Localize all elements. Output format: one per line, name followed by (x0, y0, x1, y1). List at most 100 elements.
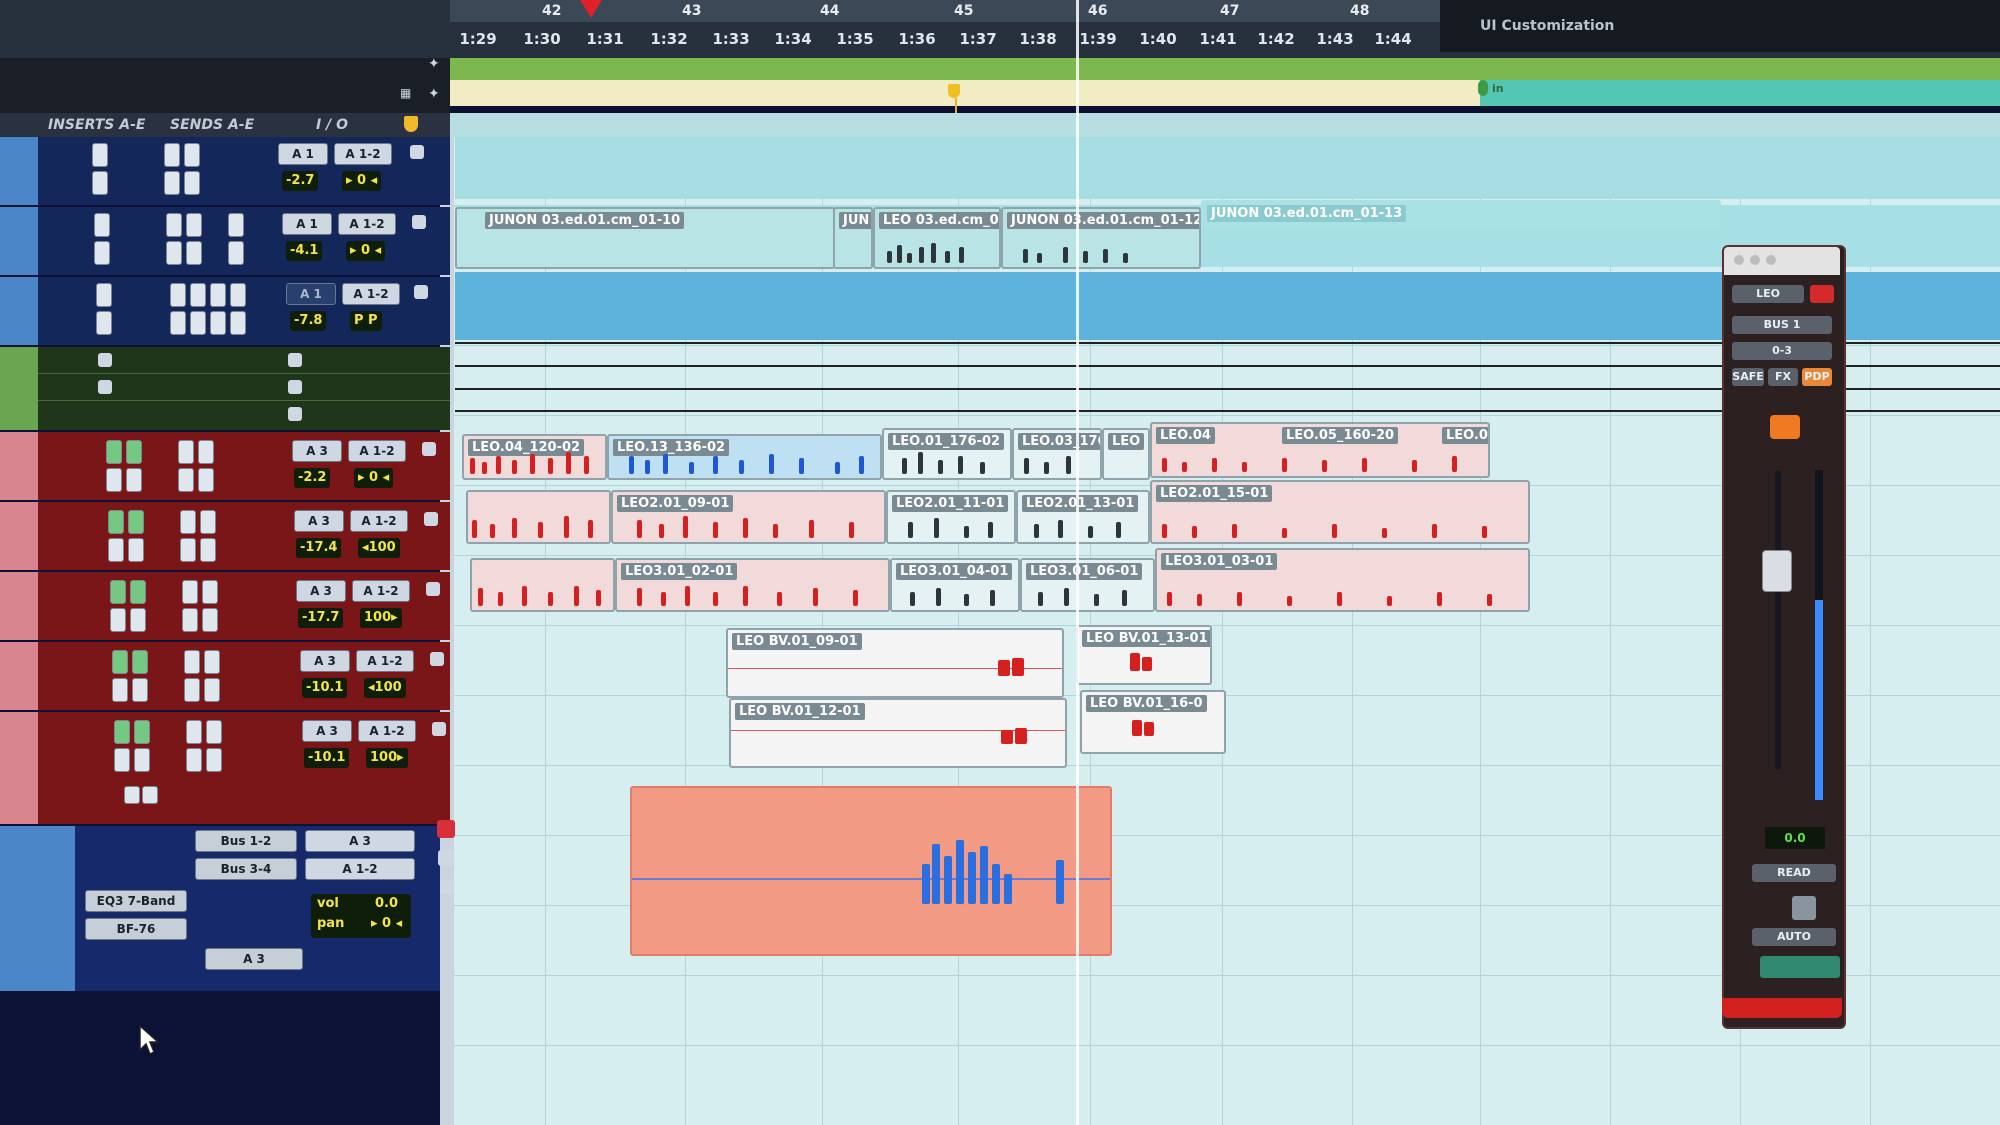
pan-readout[interactable]: ▸ 0 ◂ (346, 241, 386, 261)
insert-slot[interactable] (92, 171, 108, 195)
input-selector[interactable]: A 3 (300, 650, 350, 672)
audio-clip[interactable]: LEO.04_120-02 (462, 434, 607, 480)
insert-slot[interactable] (132, 678, 148, 702)
safe-button[interactable]: SAFE (1732, 368, 1764, 386)
audio-clip[interactable]: LEO2.01_11-01 (886, 490, 1016, 544)
insert-slot[interactable] (134, 748, 150, 772)
pan-knob-icon[interactable] (1792, 896, 1816, 920)
send-slot[interactable] (206, 720, 222, 744)
pan-readout[interactable]: P P (350, 311, 382, 331)
send-slot[interactable] (184, 678, 200, 702)
send-slot[interactable] (230, 311, 246, 335)
output-selector[interactable]: A 1-2 (334, 143, 392, 165)
record-enable-icon[interactable] (437, 820, 455, 838)
send-slot[interactable] (170, 311, 186, 335)
insert-slot[interactable] (128, 510, 144, 534)
output-selector[interactable]: A 1-2 (338, 213, 396, 235)
track-name-button[interactable]: LEO (1732, 285, 1804, 303)
send-slot[interactable] (166, 213, 182, 237)
send-slot[interactable] (178, 440, 194, 464)
send-slot[interactable] (184, 171, 200, 195)
insert-slot[interactable] (124, 786, 140, 804)
send-slot[interactable] (184, 143, 200, 167)
insert-slot[interactable] (108, 538, 124, 562)
send-slot[interactable] (200, 510, 216, 534)
audio-clip[interactable]: LEO BV.01_09-01 (726, 628, 1064, 698)
send-slot[interactable] (198, 440, 214, 464)
insert-slot[interactable] (126, 468, 142, 492)
send-slot[interactable] (164, 171, 180, 195)
audio-clip[interactable]: LEO.03_176 (1012, 428, 1102, 480)
send-slot[interactable] (202, 608, 218, 632)
send-slot[interactable] (210, 311, 226, 335)
track-menu-icon[interactable] (430, 652, 444, 666)
insert-slot[interactable] (142, 786, 158, 804)
vol-pan-display[interactable]: vol 0.0 pan ▸ 0 ◂ (311, 894, 411, 938)
grid-icon[interactable]: ▦ (400, 86, 411, 100)
send-slot[interactable] (166, 241, 182, 265)
insert-selector[interactable]: BUS 1 (1732, 316, 1832, 334)
audio-clip[interactable]: LEO.01_176-02 (882, 428, 1012, 480)
volume-readout[interactable]: -2.7 (282, 171, 319, 191)
audio-clip-recording[interactable] (630, 786, 1112, 956)
input-selector[interactable]: A 3 (302, 720, 352, 742)
marker-ruler-selected[interactable] (1480, 80, 2000, 106)
insert-slot[interactable] (98, 353, 112, 367)
audio-clip[interactable] (470, 558, 615, 612)
insert-slot[interactable] (96, 283, 112, 307)
pan-readout[interactable]: ▸ 0 ◂ (354, 468, 394, 488)
audio-clip[interactable] (466, 490, 611, 544)
group-slot[interactable] (288, 407, 302, 421)
audio-clip[interactable]: LEO3.01_03-01 (1155, 548, 1530, 612)
send-slot[interactable] (202, 580, 218, 604)
volume-readout[interactable]: -17.7 (298, 608, 344, 628)
solo-icon[interactable] (1770, 415, 1800, 439)
output-selector[interactable]: A 1-2 (356, 650, 414, 672)
insert-slot[interactable] (134, 720, 150, 744)
track-row[interactable]: A 3 A 1-2 -10.1 ◂100 (0, 642, 450, 710)
vca-row[interactable] (38, 401, 450, 427)
memory-location-icon[interactable] (404, 116, 418, 132)
input-selector[interactable]: A 3 (294, 510, 344, 532)
input-selector[interactable]: A 1 (278, 143, 328, 165)
send-slot[interactable] (190, 311, 206, 335)
track-menu-icon[interactable] (422, 442, 436, 456)
track-menu-icon[interactable] (424, 512, 438, 526)
input-selector[interactable]: A 3 (305, 830, 415, 852)
send-slot[interactable] (204, 650, 220, 674)
output-selector[interactable]: A 1-2 (342, 283, 400, 305)
range-start-icon[interactable] (1478, 80, 1488, 96)
output-selector[interactable]: A 1-2 (348, 440, 406, 462)
send-slot[interactable] (230, 283, 246, 307)
audio-clip[interactable]: JUNON 03.ed.01.cm_01-13 (1201, 200, 1721, 228)
audio-clip-selected[interactable]: LEO.13_136-02 (607, 434, 882, 480)
send-slot[interactable] (190, 283, 206, 307)
track-menu-icon[interactable] (432, 722, 446, 736)
playhead-arrow-icon[interactable] (580, 0, 602, 18)
audio-clip[interactable]: LEO2.01_09-01 (611, 490, 886, 544)
volume-readout[interactable]: -7.8 (290, 311, 327, 331)
input-selector[interactable]: A 3 (296, 580, 346, 602)
insert-slot[interactable] (98, 380, 112, 394)
send-slot[interactable] (198, 468, 214, 492)
audio-clip[interactable]: LEO3.01_06-01 (1020, 558, 1155, 612)
send-slot[interactable] (180, 538, 196, 562)
automation-mode-button[interactable]: READ (1752, 864, 1836, 882)
input-selector[interactable]: A 1 (282, 213, 332, 235)
close-icon[interactable] (1734, 255, 1744, 265)
audio-clip[interactable]: LEO2.01_15-01 (1150, 480, 1530, 544)
audio-clip[interactable]: LEO3.01_02-01 (615, 558, 890, 612)
insert-slot[interactable] (94, 241, 110, 265)
input-selector[interactable]: A 1 (286, 283, 336, 305)
track-row[interactable]: A 1 A 1-2 -2.7 ▸ 0 ◂ (0, 137, 450, 205)
group-button[interactable]: AUTO (1752, 928, 1836, 946)
volume-readout[interactable]: -17.4 (296, 538, 342, 558)
minimize-icon[interactable] (1750, 255, 1760, 265)
send-slot[interactable] (228, 241, 244, 265)
insert-slot[interactable] (130, 608, 146, 632)
io-selector[interactable]: 0-3 (1732, 342, 1832, 360)
send-slot[interactable] (186, 720, 202, 744)
audio-clip[interactable]: LEO BV.01_16-0 (1080, 690, 1226, 754)
insert-slot[interactable] (108, 510, 124, 534)
insert-slot[interactable] (114, 748, 130, 772)
